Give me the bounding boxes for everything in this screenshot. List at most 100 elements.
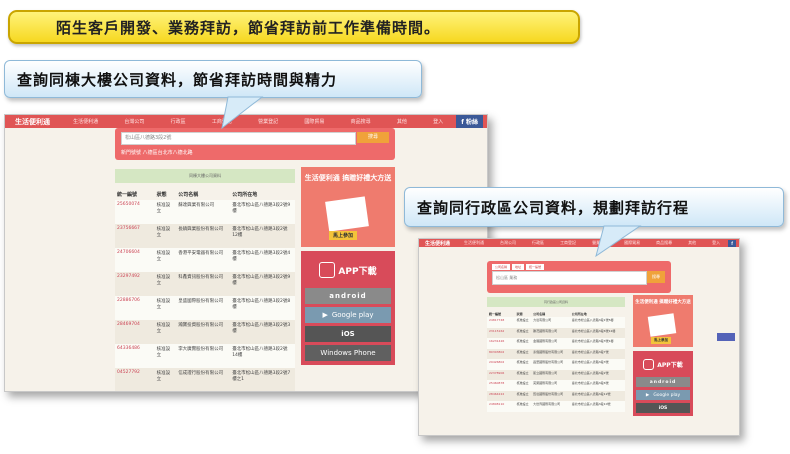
- nav-item[interactable]: 工商登記: [560, 240, 576, 246]
- nav-item[interactable]: 商品搜尋: [656, 240, 672, 246]
- table-row[interactable]: 24706604 核准設立 香港平安電器有限公司 臺北市松山區八德路3段2號4樓: [115, 248, 295, 272]
- nav-item[interactable]: 生活便利通: [73, 118, 98, 125]
- table-row[interactable]: 64336486 核准設立 李大廣實股份有限公司 臺北市松山區八德路3段2號14樓: [115, 344, 295, 368]
- android-store-button[interactable]: android: [305, 288, 391, 304]
- search-tabs: 公司名稱 地址 統一編號: [492, 264, 545, 270]
- callout-same-district: 查詢同行政區公司資料，規劃拜訪行程: [404, 187, 784, 227]
- side-feedback-tab[interactable]: [717, 333, 735, 341]
- nav-item[interactable]: 生活便利通: [464, 240, 484, 246]
- company-name-cell[interactable]: 賓達國際股份有限公司: [531, 390, 570, 401]
- company-name-cell[interactable]: 金展國際有限公司: [531, 338, 570, 349]
- company-name-cell[interactable]: 聯茂國際有限公司: [531, 327, 570, 338]
- site-logo[interactable]: 生活便利通: [419, 240, 456, 247]
- facebook-button[interactable]: f 粉絲: [456, 115, 483, 128]
- company-name-cell[interactable]: 李大廣實股份有限公司: [176, 344, 231, 368]
- nav-item[interactable]: 台灣公司: [124, 118, 144, 125]
- screenshot-same-building: 生活便利通 生活便利通 台灣公司 行政區 工商登記 營業登記 國際貿易 商品搜尋 其他 登入 f…: [4, 114, 488, 392]
- table-row[interactable]: 80303802 核准設立 泰偉國際股份有限公司 臺北市松山區八德路3段7號: [487, 348, 625, 359]
- nav-item[interactable]: 工商登記: [212, 118, 232, 125]
- site-top-nav: 生活便利通 生活便利通 台灣公司 行政區 工商登記 營業登記 國際貿易 商品搜尋 其他 登入 f: [419, 239, 739, 247]
- nav-item[interactable]: 台灣公司: [500, 240, 516, 246]
- company-name-cell[interactable]: 英萊國際有限公司: [531, 380, 570, 391]
- table-row[interactable]: 22886706 核准設立 皇盛國際股份有限公司 臺北市松山區八德路3段2號8樓: [115, 296, 295, 320]
- column-header: 公司名稱: [178, 192, 199, 198]
- nav-item[interactable]: 營業登記: [258, 118, 278, 125]
- tax-id-cell: 23297492: [115, 272, 155, 296]
- table-row[interactable]: 28469704 核准設立 瀚寶投資股份有限公司 臺北市松山區八德路3段2號3樓: [115, 320, 295, 344]
- status-cell: 核准設立: [514, 317, 532, 328]
- search-button[interactable]: 搜尋: [357, 132, 389, 143]
- tax-id-cell: 22378906: [487, 369, 515, 380]
- status-cell: 核准設立: [514, 390, 532, 401]
- promo-banner[interactable]: 生活便利通 搞贈好禮大方送 馬上參加: [633, 295, 693, 347]
- company-name-cell[interactable]: 皇盛國際股份有限公司: [176, 296, 231, 320]
- table-row[interactable]: 25650074 核准設立 蘇達興業有限公司 臺北市松山區八德路3段2號9樓: [115, 200, 295, 224]
- address-cell: 臺北市松山區八德路3段2號4樓: [230, 248, 295, 272]
- nav-item[interactable]: 商品搜尋: [351, 118, 371, 125]
- google-play-button[interactable]: ▶ Google play: [305, 307, 391, 323]
- company-name-cell[interactable]: 昌華國際股份有限公司: [531, 359, 570, 370]
- promo-banner[interactable]: 生活便利通 搞贈好禮大方送 馬上參加: [301, 167, 395, 247]
- nav-item[interactable]: 登入: [433, 118, 443, 125]
- google-play-button[interactable]: ▶ Google play: [636, 390, 690, 400]
- search-input[interactable]: 松山區八德路3段2號: [121, 132, 356, 145]
- company-name-cell[interactable]: 蘇達興業有限公司: [176, 200, 231, 224]
- company-name-cell[interactable]: 大世界國際有限公司: [531, 401, 570, 412]
- table-row[interactable]: 29426802 核准設立 昌華國際股份有限公司 臺北市松山區八德路3段3號: [487, 359, 625, 370]
- nav-item[interactable]: 行政區: [532, 240, 544, 246]
- table-row[interactable]: 23297492 核准設立 科鑫資訊股份有限公司 臺北市松山區八德路3段2號9樓: [115, 272, 295, 296]
- search-button[interactable]: 搜尋: [647, 271, 665, 283]
- windows-phone-button[interactable]: Windows Phone: [305, 345, 391, 361]
- status-cell: 核准設立: [154, 272, 177, 296]
- search-tab[interactable]: 地址: [512, 264, 525, 270]
- company-name-cell[interactable]: 長鎮興業股份有限公司: [176, 224, 231, 248]
- company-name-cell[interactable]: 泰偉國際股份有限公司: [531, 348, 570, 359]
- facebook-button[interactable]: f: [728, 239, 736, 247]
- app-download-title: APP下載: [305, 255, 391, 285]
- table-row[interactable]: 24817748 核准設立 力達有限公司 臺北市松山區八德路3段1號5樓: [487, 317, 625, 328]
- search-tab[interactable]: 統一編號: [526, 264, 545, 270]
- table-row[interactable]: 22378906 核准設立 凱立國際有限公司 臺北市松山區八德路3段2號: [487, 369, 625, 380]
- table-row[interactable]: 28464222 核准設立 賓達國際股份有限公司 臺北市松山區八德路3段12號: [487, 390, 625, 401]
- address-cell: 臺北市松山區八德路3段2號12樓: [230, 224, 295, 248]
- company-name-cell[interactable]: 力達有限公司: [531, 317, 570, 328]
- nav-item[interactable]: 登入: [712, 240, 720, 246]
- search-tab[interactable]: 公司名稱: [492, 264, 511, 270]
- address-cell: 臺北市松山區八德路3段2號14樓: [230, 344, 295, 368]
- table-row[interactable]: 24808110 核准設立 大世界國際有限公司 臺北市松山區八德路3段10號: [487, 401, 625, 412]
- nav-item[interactable]: 營業登記: [592, 240, 608, 246]
- table-row[interactable]: 23115162 核准設立 聯茂國際有限公司 臺北市松山區八德路3段6號12樓: [487, 327, 625, 338]
- company-name-cell[interactable]: 信成證行股份有限公司: [176, 368, 231, 391]
- nav-item[interactable]: 其他: [397, 118, 407, 125]
- tax-id-cell: 28464222: [487, 390, 515, 401]
- ios-store-button[interactable]: iOS: [305, 326, 391, 342]
- company-name-cell[interactable]: 科鑫資訊股份有限公司: [176, 272, 231, 296]
- search-input[interactable]: 松山區 業務: [492, 271, 647, 285]
- column-header: 狀態: [156, 192, 167, 198]
- table-row[interactable]: 23756667 核准設立 長鎮興業股份有限公司 臺北市松山區八德路3段2號12樓: [115, 224, 295, 248]
- status-cell: 核准設立: [154, 320, 177, 344]
- nav-item[interactable]: 國際貿易: [624, 240, 640, 246]
- table-row[interactable]: 04527792 核准設立 信成證行股份有限公司 臺北市松山區八德路3段2號7樓之1: [115, 368, 295, 391]
- nav-item[interactable]: 其他: [688, 240, 696, 246]
- company-name-cell[interactable]: 瀚寶投資股份有限公司: [176, 320, 231, 344]
- callout-same-building-text: 查詢同棟大樓公司資料，節省拜訪時間與精力: [17, 70, 338, 89]
- address-cell: 臺北市松山區八德路3段3號1樓: [569, 338, 625, 349]
- android-store-button[interactable]: android: [636, 377, 690, 387]
- nav-item[interactable]: 國際貿易: [304, 118, 324, 125]
- tax-id-cell: 25650074: [115, 200, 155, 224]
- company-name-cell[interactable]: 凱立國際有限公司: [531, 369, 570, 380]
- promo-join-button[interactable]: 馬上參加: [651, 337, 671, 344]
- google-play-label: Google play: [331, 311, 374, 319]
- app-download-box: APP下載 android ▶ Google play iOS: [633, 351, 693, 416]
- promo-join-button[interactable]: 馬上參加: [329, 231, 358, 240]
- tax-id-cell: 29426802: [487, 359, 515, 370]
- table-row[interactable]: 16231426 核准設立 金展國際有限公司 臺北市松山區八德路3段3號1樓: [487, 338, 625, 349]
- site-logo[interactable]: 生活便利通: [5, 117, 60, 127]
- company-name-cell[interactable]: 香港平安電器有限公司: [176, 248, 231, 272]
- table-row[interactable]: 25460878 核准設立 英萊國際有限公司 臺北市松山區八德路3段6號: [487, 380, 625, 391]
- tax-id-cell: 64336486: [115, 344, 155, 368]
- nav-item[interactable]: 行政區: [171, 118, 186, 125]
- status-cell: 核准設立: [514, 359, 532, 370]
- ios-store-button[interactable]: iOS: [636, 403, 690, 413]
